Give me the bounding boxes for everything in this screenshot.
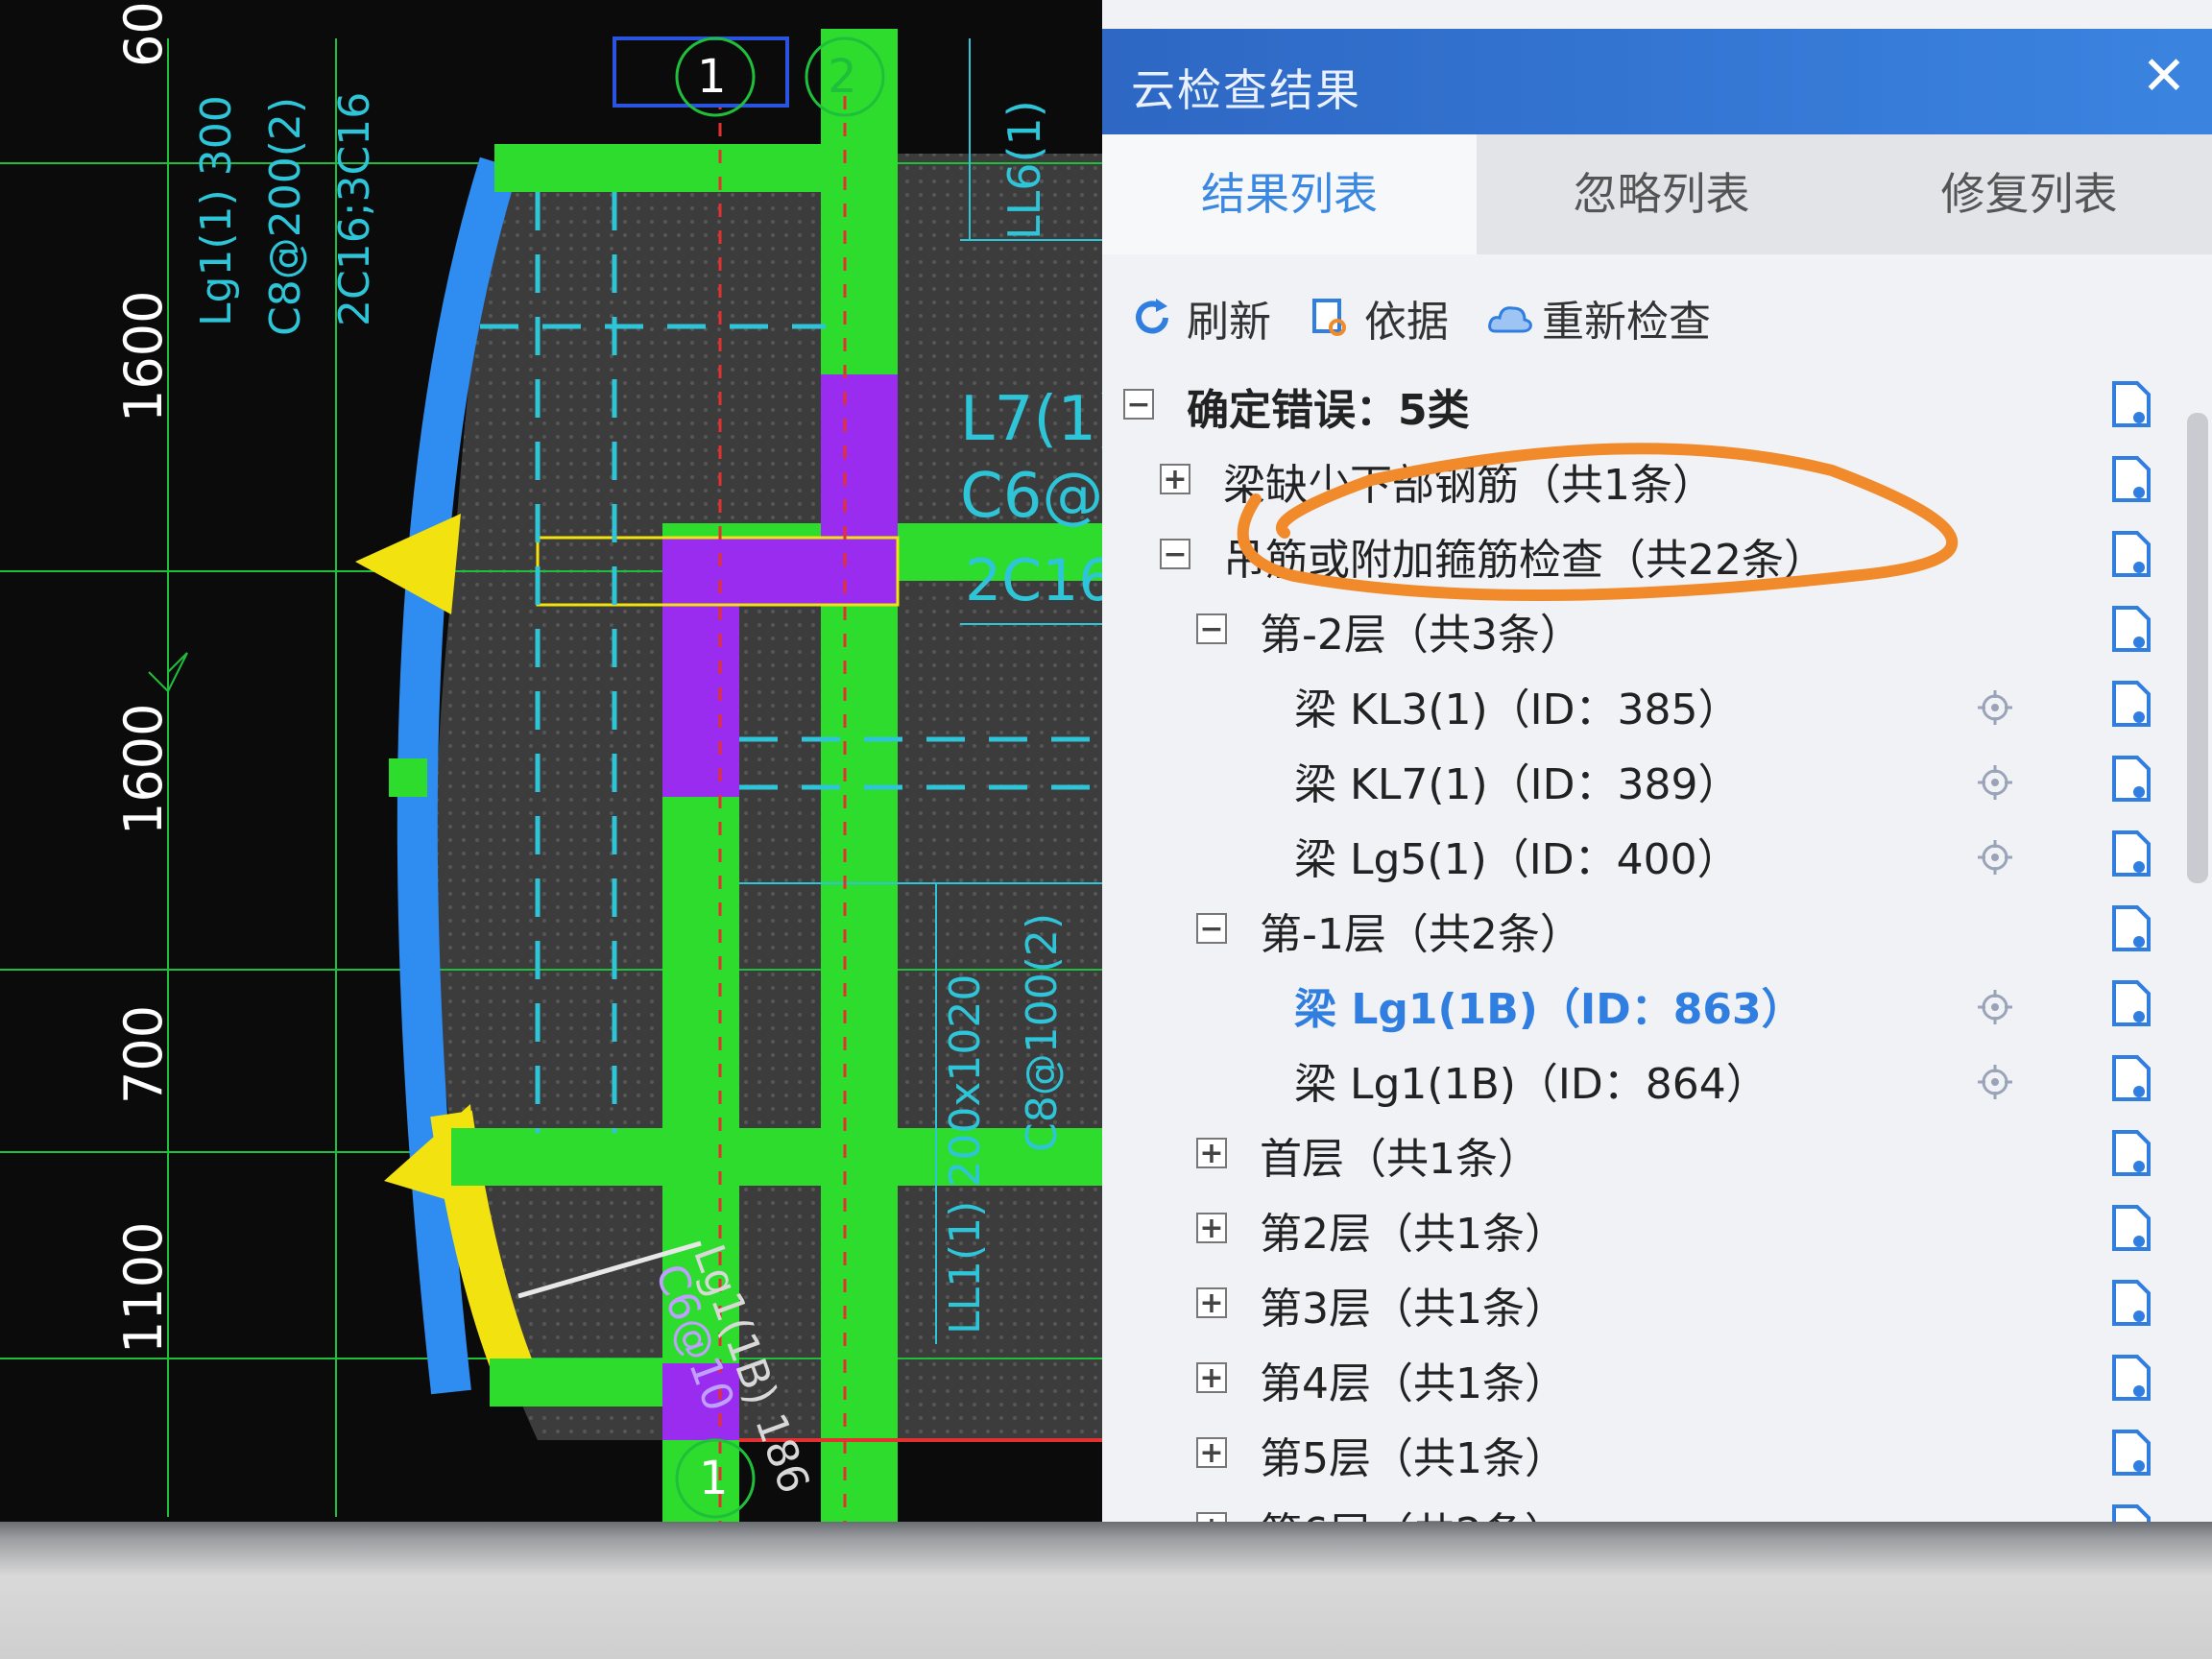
tree-row-floor[interactable]: − 第-1层（共2条） — [1102, 894, 2158, 969]
document-icon[interactable] — [2110, 381, 2152, 429]
collapse-icon[interactable]: − — [1196, 613, 1227, 644]
tree-row-beam-selected[interactable]: 梁 Lg1(1B)（ID：863） — [1102, 969, 2158, 1044]
document-icon[interactable] — [2110, 756, 2152, 804]
tree-label: 第4层（共1条） — [1260, 1359, 1567, 1408]
refresh-label: 刷新 — [1187, 298, 1271, 347]
axis-marker-1-bottom: 1 — [699, 1452, 729, 1505]
tree-label: 梁缺少下部钢筋（共1条） — [1223, 461, 1715, 510]
document-search-icon — [1309, 297, 1351, 339]
expand-icon[interactable]: + — [1196, 1437, 1227, 1468]
collapse-icon[interactable]: − — [1196, 913, 1227, 944]
cad-label-ll6: LL6(1) — [998, 100, 1050, 240]
document-icon[interactable] — [2110, 1130, 2152, 1178]
document-icon[interactable] — [2110, 531, 2152, 579]
tree-row-category[interactable]: − 吊筋或附加箍筋检查（共22条） — [1102, 519, 2158, 594]
locate-icon[interactable] — [1978, 765, 2012, 800]
tree-label: 第-2层（共3条） — [1260, 611, 1582, 660]
tree-row-beam[interactable]: 梁 KL3(1)（ID：385） — [1102, 669, 2158, 744]
document-icon[interactable] — [2110, 1205, 2152, 1253]
collapse-icon[interactable]: − — [1160, 539, 1190, 569]
tree-row-beam[interactable]: 梁 Lg1(1B)（ID：864） — [1102, 1044, 2158, 1118]
document-icon[interactable] — [2110, 606, 2152, 654]
tree-row-floor[interactable]: + 第2层（共1条） — [1102, 1193, 2158, 1268]
monitor-bezel — [0, 1522, 2212, 1659]
document-icon[interactable] — [2110, 456, 2152, 504]
dialog-titlebar[interactable]: 云检查结果 ✕ — [1102, 29, 2212, 134]
tree-label: 梁 Lg5(1)（ID：400） — [1294, 835, 1740, 884]
document-icon[interactable] — [2110, 1280, 2152, 1328]
tab-repaired[interactable]: 修复列表 — [1846, 134, 2212, 254]
tree-label: 第3层（共1条） — [1260, 1285, 1567, 1334]
cad-label-ll1-b: C8@100(2) — [1018, 912, 1067, 1152]
close-icon[interactable]: ✕ — [2133, 46, 2195, 108]
cloud-icon — [1486, 297, 1532, 339]
locate-icon[interactable] — [1978, 840, 2012, 875]
dimension-1100: 1100 — [113, 1221, 174, 1354]
tree-row-floor[interactable]: + 第4层（共1条） — [1102, 1343, 2158, 1418]
axis-marker-2: 2 — [828, 50, 857, 104]
tree-label: 第-1层（共2条） — [1260, 910, 1582, 959]
tree-label: 首层（共1条） — [1260, 1135, 1540, 1184]
tree-label: 吊筋或附加箍筋检查（共22条） — [1223, 536, 1826, 585]
tree-row-floor[interactable]: + 第5层（共1条） — [1102, 1418, 2158, 1493]
cad-label-ll1: LL1(1) 200x1020 — [941, 974, 990, 1334]
basis-button[interactable]: 依据 — [1309, 291, 1449, 347]
tree-label: 第2层（共1条） — [1260, 1210, 1567, 1259]
cloud-check-results-panel: 云检查结果 ✕ 结果列表 忽略列表 修复列表 刷新 依据 重新检查 − 确定错误… — [1102, 0, 2212, 1536]
cad-label-c8: C8@200(2) — [261, 96, 310, 336]
expand-icon[interactable]: + — [1196, 1362, 1227, 1393]
document-icon[interactable] — [2110, 1055, 2152, 1103]
expand-icon[interactable]: + — [1196, 1213, 1227, 1243]
recheck-label: 重新检查 — [1542, 298, 1711, 347]
dialog-title: 云检查结果 — [1131, 64, 1361, 116]
tree-row-category[interactable]: + 梁缺少下部钢筋（共1条） — [1102, 445, 2158, 519]
tree-row-beam[interactable]: 梁 KL7(1)（ID：389） — [1102, 744, 2158, 819]
document-icon[interactable] — [2110, 830, 2152, 878]
dimension-700: 700 — [113, 1004, 174, 1104]
collapse-icon[interactable]: − — [1123, 389, 1154, 420]
dimension-1600-a: 1600 — [113, 290, 174, 422]
tree-label: 确定错误：5类 — [1187, 386, 1470, 435]
basis-label: 依据 — [1364, 298, 1449, 347]
document-icon[interactable] — [2110, 1430, 2152, 1478]
locate-icon[interactable] — [1978, 690, 2012, 725]
tree-row-root[interactable]: − 确定错误：5类 — [1102, 370, 2158, 445]
expand-icon[interactable]: + — [1196, 1138, 1227, 1168]
tab-ignored[interactable]: 忽略列表 — [1477, 134, 1846, 254]
refresh-button[interactable]: 刷新 — [1131, 291, 1271, 347]
cad-label-2c16b: 2C16 — [965, 547, 1116, 614]
expand-icon[interactable]: + — [1160, 464, 1190, 494]
tree-label: 梁 KL7(1)（ID：389） — [1294, 760, 1741, 809]
cad-label-lg1: Lg1(1) 300 — [192, 95, 241, 326]
document-icon[interactable] — [2110, 905, 2152, 953]
document-icon[interactable] — [2110, 980, 2152, 1028]
tree-label: 第5层（共1条） — [1260, 1434, 1567, 1483]
recheck-button[interactable]: 重新检查 — [1486, 291, 1711, 347]
tree-row-beam[interactable]: 梁 Lg5(1)（ID：400） — [1102, 819, 2158, 894]
cad-label-2c16: 2C16;3C16 — [330, 91, 379, 326]
tree-row-floor[interactable]: − 第-2层（共3条） — [1102, 594, 2158, 669]
tab-bar: 结果列表 忽略列表 修复列表 — [1102, 134, 2212, 254]
scrollbar[interactable] — [2187, 413, 2208, 883]
document-icon[interactable] — [2110, 1355, 2152, 1403]
cad-label-l7: L7(1) — [960, 384, 1121, 455]
axis-marker-1: 1 — [697, 50, 727, 104]
tree-row-floor[interactable]: + 首层（共1条） — [1102, 1118, 2158, 1193]
screen: 1 2 1 600 1600 1600 700 1100 Lg1(1) 300 … — [0, 0, 2212, 1536]
locate-icon[interactable] — [1978, 1065, 2012, 1099]
refresh-icon — [1131, 297, 1173, 339]
document-icon[interactable] — [2110, 681, 2152, 729]
tree-label: 梁 Lg1(1B)（ID：864） — [1294, 1060, 1768, 1109]
locate-icon[interactable] — [1978, 990, 2012, 1024]
tab-results[interactable]: 结果列表 — [1102, 134, 1477, 254]
dimension-1600-b: 1600 — [113, 703, 174, 835]
tree-label: 梁 Lg1(1B)（ID：863） — [1294, 985, 1804, 1034]
toolbar: 刷新 依据 重新检查 — [1102, 254, 2212, 365]
cad-canvas[interactable]: 1 2 1 600 1600 1600 700 1100 Lg1(1) 300 … — [0, 0, 1142, 1536]
expand-icon[interactable]: + — [1196, 1287, 1227, 1318]
dimension-600: 600 — [113, 0, 174, 67]
tree-row-floor[interactable]: + 第3层（共1条） — [1102, 1268, 2158, 1343]
tree-label: 梁 KL3(1)（ID：385） — [1294, 685, 1741, 734]
